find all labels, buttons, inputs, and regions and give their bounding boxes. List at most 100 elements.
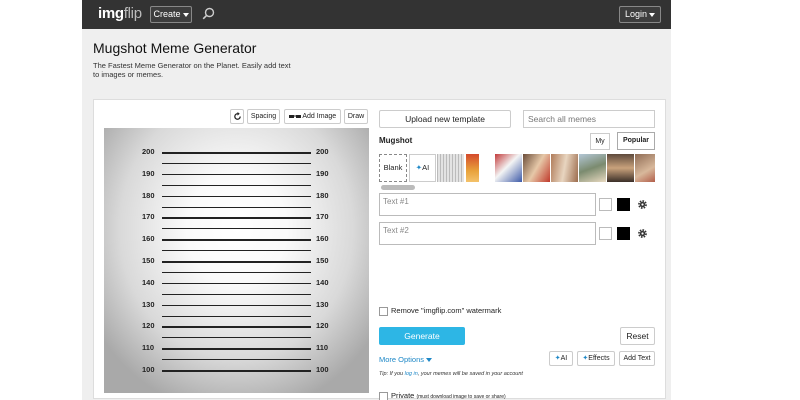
generate-button[interactable]: Generate: [379, 327, 465, 345]
top-navigation-bar: imgflip Create Login: [82, 0, 671, 29]
imgflip-logo[interactable]: imgflip: [98, 5, 142, 22]
height-line-major: [162, 217, 311, 219]
add-image-label: Add Image: [302, 113, 337, 120]
tab-my[interactable]: My: [590, 133, 610, 150]
chevron-down-icon: [426, 358, 433, 363]
height-label-right: 190: [316, 168, 329, 178]
page-subtitle: The Fastest Meme Generator on the Planet…: [93, 61, 291, 79]
height-label-right: 140: [316, 277, 329, 287]
height-label-left: 110: [142, 343, 155, 353]
search-icon[interactable]: [202, 7, 215, 20]
height-label-left: 180: [142, 190, 155, 200]
height-label-right: 100: [316, 365, 329, 374]
add-image-button[interactable]: Add Image: [284, 109, 341, 124]
height-line-minor: [162, 315, 311, 317]
height-line-minor: [162, 359, 311, 361]
ai-template-button[interactable]: ✦AI: [409, 154, 436, 182]
template-thumbnail[interactable]: [579, 154, 606, 182]
height-label-left: 140: [142, 277, 155, 287]
gear-icon[interactable]: [637, 228, 648, 239]
height-label-left: 170: [142, 212, 155, 222]
height-line-major: [162, 304, 311, 307]
height-line-minor: [162, 228, 311, 230]
height-label-left: 190: [142, 168, 155, 178]
template-thumbnail[interactable]: [495, 154, 522, 182]
template-thumbnail[interactable]: [466, 154, 479, 182]
meme-canvas[interactable]: 200 200 190 190 180 180 170 170 160 160 150 150 140 1…: [104, 128, 369, 393]
watermark-checkbox[interactable]: [379, 306, 388, 316]
height-label-right: 150: [316, 256, 329, 265]
add-text-button[interactable]: Add Text: [619, 351, 655, 366]
height-line-minor: [162, 337, 311, 339]
private-option[interactable]: Private (must download image to save or …: [379, 390, 506, 400]
text2-input[interactable]: Text #2: [379, 222, 596, 245]
height-line-major: [162, 261, 311, 263]
glasses-icon: [288, 114, 301, 118]
tab-popular[interactable]: Popular: [617, 132, 655, 150]
more-options-link[interactable]: More Options: [379, 355, 433, 364]
template-thumbnail[interactable]: [437, 154, 464, 182]
height-label-right: 170: [316, 212, 329, 222]
watermark-option[interactable]: Remove "imgflip.com" watermark: [379, 305, 679, 319]
reset-button[interactable]: Reset: [620, 327, 655, 345]
text2-outline-color-swatch[interactable]: [617, 227, 630, 240]
height-line-minor: [162, 271, 311, 273]
template-thumbnail[interactable]: [635, 154, 655, 182]
height-line-minor: [162, 184, 311, 186]
private-note: (must download image to save or share): [416, 394, 506, 400]
chevron-down-icon: [182, 12, 189, 17]
height-label-right: 130: [316, 299, 329, 309]
effects-button[interactable]: ✦Effects: [577, 351, 615, 366]
rotate-icon: [233, 112, 241, 120]
height-line-major: [162, 152, 311, 154]
ai-text-button[interactable]: ✦AI: [549, 351, 573, 366]
create-menu-button[interactable]: Create: [150, 6, 192, 23]
login-menu-button[interactable]: Login: [619, 6, 661, 23]
height-line-minor: [162, 293, 311, 295]
height-line-major: [162, 326, 311, 328]
text1-fill-color-swatch[interactable]: [599, 198, 612, 211]
height-label-right: 160: [316, 234, 329, 244]
meme-generator-panel: Spacing Add Image Draw 200 200 190 190 180 18…: [93, 99, 666, 400]
height-line-minor: [162, 250, 311, 252]
template-thumbnail[interactable]: [607, 154, 634, 182]
template-thumbnail[interactable]: [523, 154, 550, 182]
template-thumbnail[interactable]: [551, 154, 578, 182]
height-label-right: 110: [316, 343, 329, 353]
height-label-left: 120: [142, 321, 155, 331]
height-line-major: [162, 282, 311, 285]
height-line-major: [162, 370, 311, 372]
height-label-left: 100: [142, 365, 155, 374]
text2-fill-color-swatch[interactable]: [599, 227, 612, 240]
chevron-down-icon: [649, 12, 656, 17]
height-line-major: [162, 173, 311, 176]
height-label-left: 150: [142, 256, 155, 265]
login-tip: Tip: If you log in, your memes will be s…: [379, 371, 523, 377]
rotate-button[interactable]: [230, 109, 244, 124]
gear-icon[interactable]: [637, 199, 648, 210]
spacing-button[interactable]: Spacing: [247, 109, 280, 124]
upload-template-button[interactable]: Upload new template: [379, 110, 511, 128]
height-line-major: [162, 195, 311, 198]
height-label-left: 200: [142, 147, 155, 156]
height-label-right: 120: [316, 321, 329, 331]
height-line-minor: [162, 162, 311, 164]
text1-outline-color-swatch[interactable]: [617, 198, 630, 211]
draw-button[interactable]: Draw: [344, 109, 368, 124]
login-link[interactable]: log in: [405, 371, 418, 377]
template-strip: Blank ✦AI: [379, 154, 655, 182]
height-line-major: [162, 239, 311, 241]
height-label-left: 160: [142, 234, 155, 244]
app-frame: imgflip Create Login Mugshot Meme Genera…: [82, 0, 671, 400]
blank-template-button[interactable]: Blank: [379, 154, 407, 182]
page-title: Mugshot Meme Generator: [93, 40, 257, 56]
current-template-name: Mugshot: [379, 136, 413, 145]
private-checkbox[interactable]: [379, 391, 388, 400]
height-line-minor: [162, 206, 311, 208]
height-label-right: 180: [316, 190, 329, 200]
template-strip-scrollbar[interactable]: [381, 185, 415, 190]
height-line-major: [162, 348, 311, 350]
editor-sidebar: Upload new template Search all memes Mug…: [379, 100, 664, 400]
search-memes-input[interactable]: Search all memes: [523, 110, 655, 128]
text1-input[interactable]: Text #1: [379, 193, 596, 216]
